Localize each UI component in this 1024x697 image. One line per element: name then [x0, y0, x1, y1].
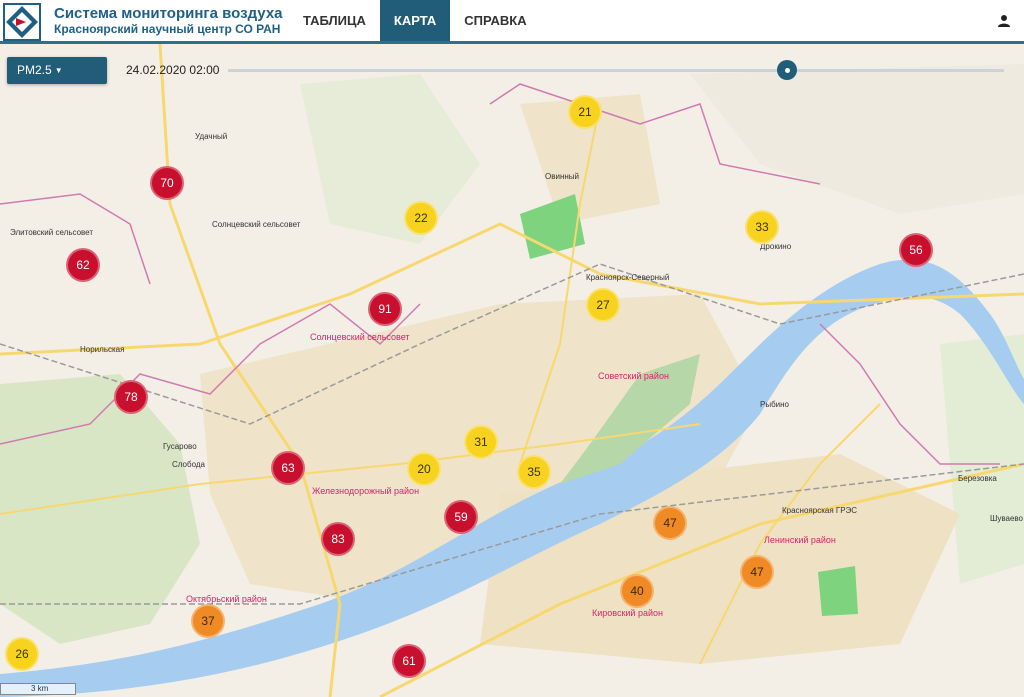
- station-marker[interactable]: 62: [66, 248, 100, 282]
- time-slider-track[interactable]: [228, 69, 1004, 72]
- pollutant-label: PM2.5: [17, 63, 52, 77]
- station-marker[interactable]: 56: [899, 233, 933, 267]
- map-label: Солнцевский сельсовет: [310, 332, 410, 342]
- station-marker[interactable]: 91: [368, 292, 402, 326]
- station-marker[interactable]: 47: [653, 506, 687, 540]
- app-subtitle: Красноярский научный центр СО РАН: [54, 22, 281, 36]
- station-marker[interactable]: 61: [392, 644, 426, 678]
- scale-bar: 3 km: [0, 683, 76, 695]
- map-label: Октябрьский район: [186, 594, 267, 604]
- map-label: Элитовский сельсовет: [10, 228, 94, 237]
- station-marker[interactable]: 33: [745, 210, 779, 244]
- app-header: Система мониторинга воздуха Красноярский…: [0, 0, 1024, 44]
- user-button[interactable]: [984, 0, 1024, 41]
- map-label: Гусарово: [163, 442, 197, 451]
- brand: Система мониторинга воздуха Красноярский…: [44, 0, 284, 41]
- map-label: Слобода: [172, 460, 205, 469]
- station-marker[interactable]: 47: [740, 555, 774, 589]
- map-label: Солнцевский сельсовет: [212, 220, 301, 229]
- station-marker[interactable]: 20: [407, 452, 441, 486]
- station-marker[interactable]: 59: [444, 500, 478, 534]
- map-label: Красноярская ГРЭС: [782, 506, 858, 515]
- map-base: [0, 44, 1024, 697]
- station-marker[interactable]: 70: [150, 166, 184, 200]
- station-marker[interactable]: 22: [404, 201, 438, 235]
- map-label: Березовка: [958, 474, 997, 483]
- station-marker[interactable]: 63: [271, 451, 305, 485]
- station-marker[interactable]: 35: [517, 455, 551, 489]
- pollutant-dropdown[interactable]: PM2.5 ▼: [7, 57, 107, 84]
- station-marker[interactable]: 31: [464, 425, 498, 459]
- station-marker[interactable]: 27: [586, 288, 620, 322]
- tab-table[interactable]: ТАБЛИЦА: [289, 0, 380, 41]
- map-label: Рыбино: [760, 400, 790, 409]
- datetime-label: 24.02.2020 02:00: [126, 63, 220, 77]
- station-marker[interactable]: 37: [191, 604, 225, 638]
- map-view[interactable]: Солнцевский сельсовет Солнцевский сельсо…: [0, 44, 1024, 697]
- station-marker[interactable]: 26: [5, 637, 39, 671]
- station-marker[interactable]: 21: [568, 95, 602, 129]
- logo: [0, 0, 44, 44]
- map-label: Овинный: [545, 172, 579, 181]
- map-label: Ленинский район: [764, 535, 836, 545]
- map-label: Удачный: [195, 132, 228, 141]
- caret-down-icon: ▼: [54, 66, 63, 76]
- map-label: Шуваево: [990, 514, 1023, 523]
- user-icon: [998, 14, 1010, 27]
- map-label: Железнодорожный район: [312, 486, 420, 496]
- tab-help[interactable]: СПРАВКА: [450, 0, 540, 41]
- map-label: Красноярск-Северный: [586, 273, 670, 282]
- station-marker[interactable]: 78: [114, 380, 148, 414]
- map-label: Кировский район: [592, 608, 663, 618]
- station-marker[interactable]: 40: [620, 574, 654, 608]
- map-label: Норильская: [80, 345, 125, 354]
- tab-map[interactable]: КАРТА: [379, 0, 451, 41]
- map-label: Советский район: [598, 371, 669, 381]
- station-marker[interactable]: 83: [321, 522, 355, 556]
- main-nav: ТАБЛИЦА КАРТА СПРАВКА: [289, 0, 541, 41]
- time-slider-handle[interactable]: [777, 60, 797, 80]
- app-title: Система мониторинга воздуха: [54, 5, 283, 22]
